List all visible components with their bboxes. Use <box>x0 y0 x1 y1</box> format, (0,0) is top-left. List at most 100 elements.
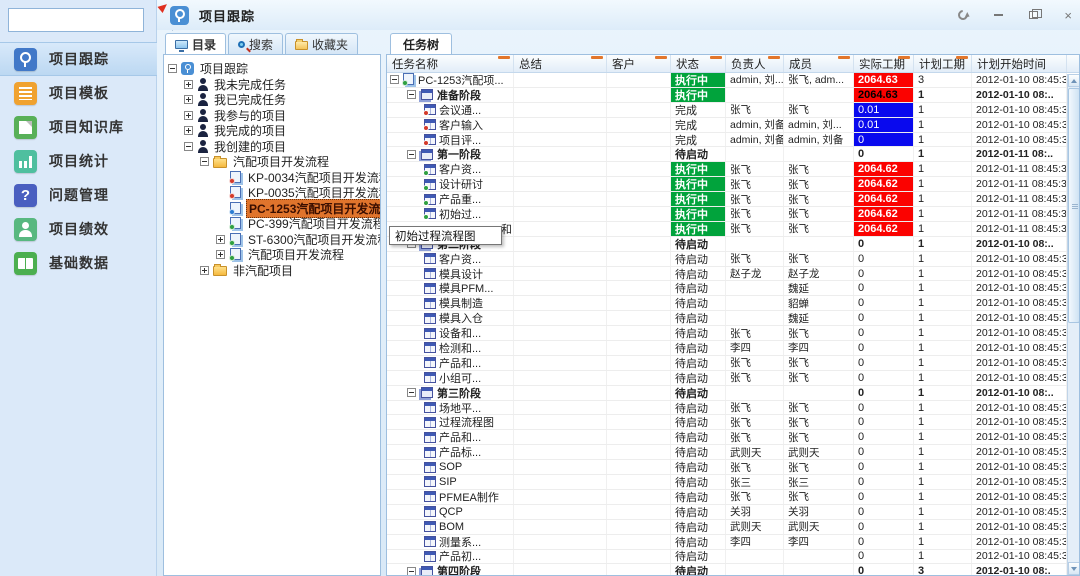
expand-plus-icon[interactable] <box>200 266 209 275</box>
refresh-icon[interactable] <box>956 8 970 22</box>
sidebar-item-project-template[interactable]: 项目模板 <box>0 76 157 110</box>
column-header-4[interactable]: 状态 <box>671 55 726 72</box>
expand-minus-icon[interactable] <box>390 75 399 84</box>
expand-minus-icon[interactable] <box>184 142 193 151</box>
table-row[interactable]: BOM待启动武则天武则天012012-01-10 08:45:3 <box>387 520 1079 535</box>
expand-minus-icon[interactable] <box>407 90 416 99</box>
table-row[interactable]: 产品标...待启动武则天武则天012012-01-10 08:45:3 <box>387 445 1079 460</box>
filter-mark-icon[interactable] <box>591 56 603 59</box>
column-header-9[interactable]: 计划开始时间 <box>972 55 1067 72</box>
expand-plus-icon[interactable] <box>216 250 225 259</box>
table-row[interactable]: 客户资...执行中张飞张飞2064.6212012-01-11 08:45:3 <box>387 162 1079 177</box>
table-row[interactable]: 测量系...待启动李四李四012012-01-10 08:45:3 <box>387 535 1079 550</box>
tree-node[interactable]: 汽配项目开发流程 <box>164 154 380 170</box>
column-header-5[interactable]: 负责人 <box>726 55 784 72</box>
table-row[interactable]: 产品初...待启动012012-01-10 08:45:3 <box>387 550 1079 565</box>
filter-mark-icon[interactable] <box>655 56 667 59</box>
sidebar-item-project-knowledge[interactable]: 项目知识库 <box>0 110 157 144</box>
expand-plus-icon[interactable] <box>216 235 225 244</box>
table-row[interactable]: 模具设计待启动赵子龙赵子龙012012-01-10 08:45:3 <box>387 267 1079 282</box>
scroll-thumb[interactable] <box>1068 88 1080 323</box>
table-row[interactable]: 小组可...待启动张飞张飞012012-01-10 08:45:3 <box>387 371 1079 386</box>
table-row[interactable]: 产品和...待启动张飞张飞012012-01-10 08:45:3 <box>387 356 1079 371</box>
table-row[interactable]: 第一阶段待启动012012-01-11 08:.. <box>387 147 1079 162</box>
table-row[interactable]: 第四阶段待启动032012-01-10 08:. <box>387 564 1079 576</box>
minimize-icon[interactable] <box>994 14 1003 16</box>
expand-minus-icon[interactable] <box>168 64 177 73</box>
vertical-scrollbar[interactable] <box>1067 74 1079 575</box>
close-icon[interactable]: × <box>1064 9 1072 22</box>
filter-mark-icon[interactable] <box>498 56 510 59</box>
table-row[interactable]: 项目评...完成admin, 刘备admin, 刘备012012-01-10 0… <box>387 133 1079 148</box>
table-row[interactable]: 客户输入完成admin, 刘备admin, 刘...0.0112012-01-1… <box>387 118 1079 133</box>
table-row[interactable]: 设备和...待启动张飞张飞012012-01-10 08:45:3 <box>387 326 1079 341</box>
restore-icon[interactable] <box>1029 11 1038 19</box>
tree-node[interactable]: KP-0034汽配项目开发流程 <box>164 170 380 186</box>
scroll-up-arrow[interactable] <box>1068 74 1080 87</box>
expand-plus-icon[interactable] <box>184 126 193 135</box>
tree-node[interactable]: PC-399汽配项目开发流程 <box>164 216 380 232</box>
tab-favorites[interactable]: 收藏夹 <box>285 33 358 54</box>
table-row[interactable]: PC-1253汽配项...执行中admin, 刘...张飞, adm...206… <box>387 73 1079 88</box>
table-row[interactable]: 场地平...待启动张飞张飞012012-01-10 08:45:3 <box>387 401 1079 416</box>
sidebar-item-issue-management[interactable]: 问题管理 <box>0 178 157 212</box>
table-row[interactable]: 第三阶段待启动012012-01-10 08:.. <box>387 386 1079 401</box>
tree-node[interactable]: 我完成的项目 <box>164 123 380 139</box>
tree-node[interactable]: 我未完成任务 <box>164 77 380 93</box>
table-row[interactable]: 模具制造待启动貂蝉012012-01-10 08:45:3 <box>387 296 1079 311</box>
tab-search[interactable]: 搜索 <box>228 33 283 54</box>
column-header-2[interactable]: 总结 <box>514 55 607 72</box>
filter-mark-icon[interactable] <box>838 56 850 59</box>
table-row[interactable]: 客户资...待启动张飞张飞012012-01-10 08:45:3 <box>387 252 1079 267</box>
scroll-down-arrow[interactable] <box>1068 562 1080 575</box>
sidebar-item-project-performance[interactable]: 项目绩效 <box>0 212 157 246</box>
filter-mark-icon[interactable] <box>898 56 910 59</box>
expand-minus-icon[interactable] <box>407 150 416 159</box>
tab-directory[interactable]: 目录 <box>165 33 226 54</box>
filter-mark-icon[interactable] <box>710 56 722 59</box>
filter-mark-icon[interactable] <box>768 56 780 59</box>
table-row[interactable]: QCP待启动关羽关羽012012-01-10 08:45:3 <box>387 505 1079 520</box>
table-row[interactable]: 设计研讨执行中张飞张飞2064.6212012-01-11 08:45:3 <box>387 177 1079 192</box>
table-row[interactable]: 产品和...待启动张飞张飞012012-01-10 08:45:3 <box>387 430 1079 445</box>
expand-minus-icon[interactable] <box>200 157 209 166</box>
tree-node[interactable]: 我已完成任务 <box>164 92 380 108</box>
search-input[interactable] <box>9 9 172 31</box>
table-row[interactable]: SIP待启动张三张三012012-01-10 08:45:3 <box>387 475 1079 490</box>
tree-node[interactable]: 项目跟踪 <box>164 61 380 77</box>
column-header-7[interactable]: 实际工期 <box>854 55 914 72</box>
sidebar-item-project-stats[interactable]: 项目统计 <box>0 144 157 178</box>
expand-plus-icon[interactable] <box>184 95 193 104</box>
tree-node[interactable]: 非汽配项目 <box>164 263 380 279</box>
sidebar-item-base-data[interactable]: 基础数据 <box>0 246 157 280</box>
table-row[interactable]: SOP待启动张飞张飞012012-01-10 08:45:3 <box>387 460 1079 475</box>
table-row[interactable]: 初始过...执行中张飞张飞2064.6212012-01-11 08:45:3 <box>387 207 1079 222</box>
table-row[interactable]: 模具入仓待启动魏延012012-01-10 08:45:3 <box>387 311 1079 326</box>
column-header-1[interactable]: 任务名称 <box>387 55 514 72</box>
table-row[interactable]: 模具PFM...待启动魏延012012-01-10 08:45:3 <box>387 281 1079 296</box>
table-row[interactable]: 会议通...完成张飞张飞0.0112012-01-10 08:45:3 <box>387 103 1079 118</box>
table-row[interactable]: 检测和...待启动李四李四012012-01-10 08:45:3 <box>387 341 1079 356</box>
task-name-cell: BOM <box>387 520 514 534</box>
expand-plus-icon[interactable] <box>184 111 193 120</box>
expand-plus-icon[interactable] <box>184 80 193 89</box>
table-row[interactable]: 过程流程图待启动张飞张飞012012-01-10 08:45:3 <box>387 415 1079 430</box>
table-row[interactable]: 产品重...执行中张飞张飞2064.6212012-01-11 08:45:3 <box>387 192 1079 207</box>
expand-minus-icon[interactable] <box>407 567 416 576</box>
tab-task-tree[interactable]: 任务树 <box>390 33 452 54</box>
expand-minus-icon[interactable] <box>407 388 416 397</box>
table-row[interactable]: PFMEA制作待启动张飞张飞012012-01-10 08:45:3 <box>387 490 1079 505</box>
column-header-6[interactable]: 成员 <box>784 55 854 72</box>
tree-node[interactable]: PC-1253汽配项目开发流程 <box>164 201 380 217</box>
task-icon <box>424 372 436 383</box>
filter-mark-icon[interactable] <box>956 56 968 59</box>
column-header-8[interactable]: 计划工期 <box>914 55 972 72</box>
table-row[interactable]: 准备阶段执行中2064.6312012-01-10 08:.. <box>387 88 1079 103</box>
tree-node[interactable]: 我参与的项目 <box>164 108 380 124</box>
tree-node[interactable]: 汽配项目开发流程 <box>164 247 380 263</box>
sidebar-item-project-tracking[interactable]: 项目跟踪 <box>0 42 157 76</box>
tree-node[interactable]: 我创建的项目 <box>164 139 380 155</box>
tree-node[interactable]: ST-6300汽配项目开发流程 <box>164 232 380 248</box>
column-header-3[interactable]: 客户 <box>607 55 671 72</box>
members: 张飞 <box>788 460 809 474</box>
